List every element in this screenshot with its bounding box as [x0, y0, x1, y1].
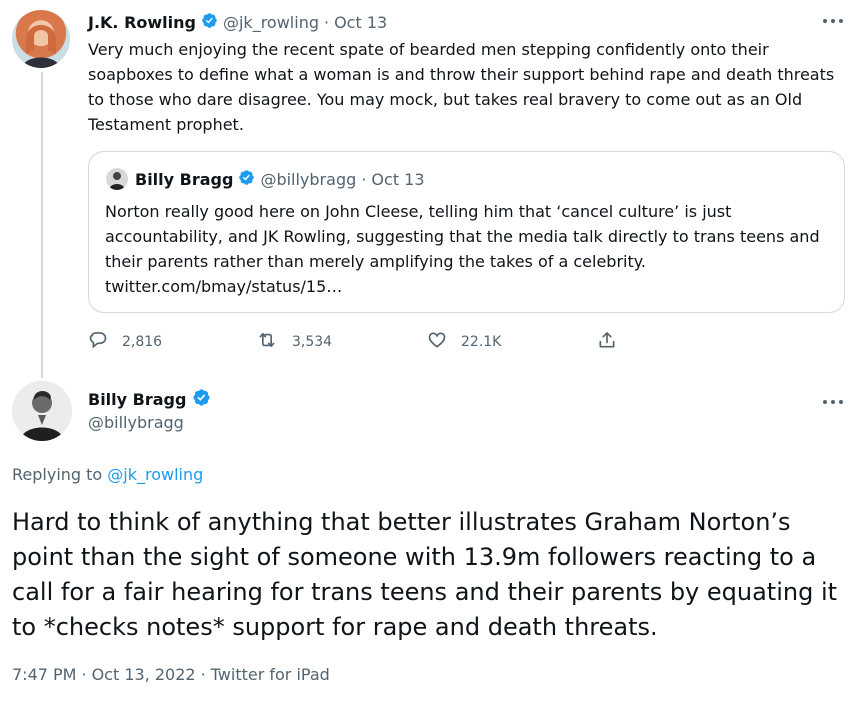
tweet-meta: 7:47 PM · Oct 13, 2022 · Twitter for iPa… — [12, 665, 330, 684]
meta-dot: · — [81, 665, 87, 684]
meta-dot: · — [200, 665, 206, 684]
tweet-time[interactable]: 7:47 PM — [12, 665, 76, 684]
more-options-icon[interactable] — [822, 14, 846, 28]
avatar-billy-bragg-small — [106, 168, 128, 190]
verified-badge-icon — [201, 12, 218, 33]
replying-to: Replying to @jk_rowling — [12, 465, 203, 484]
replying-to-label: Replying to — [12, 465, 103, 484]
author-name[interactable]: J.K. Rowling — [88, 13, 196, 32]
more-options-icon[interactable] — [822, 395, 846, 409]
main-tweet-text: Hard to think of anything that better il… — [12, 508, 838, 641]
verified-badge-icon — [238, 169, 255, 190]
like-count: 22.1K — [461, 334, 502, 350]
heart-icon — [427, 330, 461, 354]
separator-dot: · — [323, 12, 330, 32]
parent-tweet-text: Very much enjoying the recent spate of b… — [88, 40, 835, 134]
retweet-action[interactable]: 3,534 — [256, 330, 332, 354]
thread-connector-line — [41, 72, 43, 378]
author-handle[interactable]: @billybragg — [88, 413, 184, 432]
quoted-tweet-card[interactable]: Billy Bragg @billybragg · Oct 13 Norton … — [88, 151, 845, 313]
avatar-billy-bragg[interactable] — [12, 381, 72, 441]
reply-action[interactable]: 2,816 — [88, 330, 162, 354]
quoted-tweet-link[interactable]: twitter.com/bmay/status/15… — [105, 277, 342, 296]
retweet-icon — [256, 330, 292, 354]
verified-badge-icon — [192, 388, 211, 411]
reply-count: 2,816 — [122, 334, 163, 350]
main-tweet-author: Billy Bragg — [88, 387, 211, 411]
share-icon — [597, 330, 631, 354]
author-handle[interactable]: @jk_rowling — [223, 13, 319, 32]
quoted-author-name: Billy Bragg — [135, 169, 234, 189]
author-name[interactable]: Billy Bragg — [88, 390, 186, 409]
avatar-jk-rowling[interactable] — [12, 10, 70, 68]
share-action[interactable] — [597, 330, 631, 354]
quoted-tweet-text: Norton really good here on John Cleese, … — [105, 199, 830, 299]
quoted-tweet-date: · Oct 13 — [361, 169, 425, 189]
tweet-date[interactable]: Oct 13 — [334, 13, 387, 32]
retweet-count: 3,534 — [292, 334, 333, 350]
like-action[interactable]: 22.1K — [427, 330, 501, 354]
reply-icon — [88, 330, 122, 354]
parent-tweet-header: J.K. Rowling @jk_rowling · Oct 13 — [88, 10, 387, 34]
quoted-author-handle: @billybragg — [260, 169, 357, 189]
replying-to-handle-link[interactable]: @jk_rowling — [107, 465, 203, 484]
quoted-tweet-body: Norton really good here on John Cleese, … — [105, 202, 820, 271]
tweet-source[interactable]: Twitter for iPad — [211, 665, 330, 684]
tweet-full-date[interactable]: Oct 13, 2022 — [92, 665, 196, 684]
quoted-tweet-header: Billy Bragg @billybragg · Oct 13 — [135, 168, 425, 190]
